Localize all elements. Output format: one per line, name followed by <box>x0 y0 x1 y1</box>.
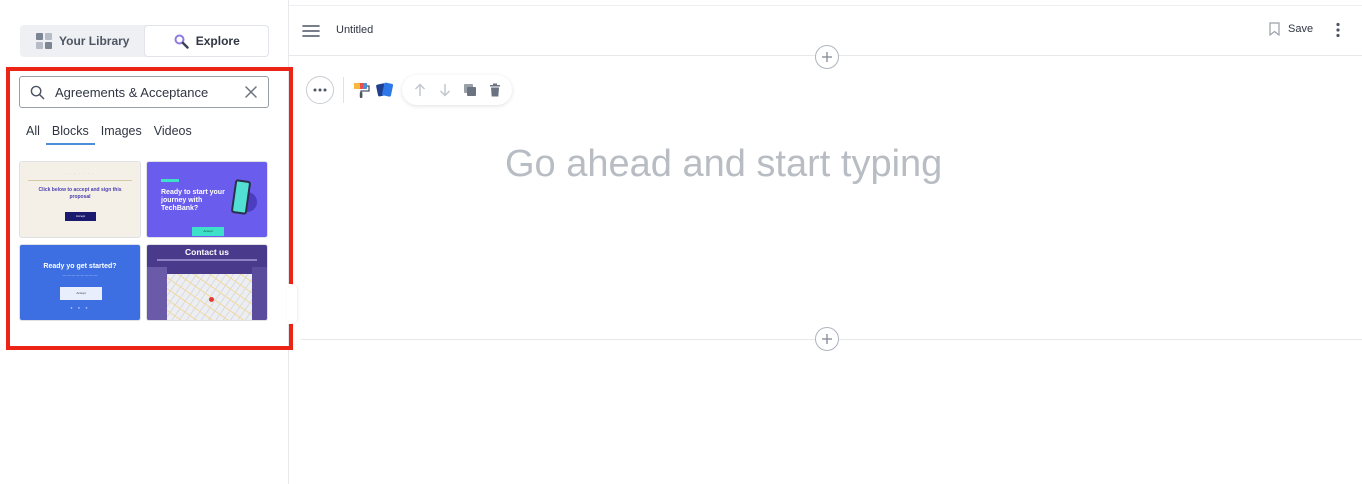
paint-roller-icon <box>354 83 370 98</box>
block-thumbnail-contact-us[interactable]: Contact us <box>146 244 268 321</box>
move-up-button[interactable] <box>412 83 427 98</box>
cards-icon <box>376 82 394 97</box>
style-paint-button[interactable] <box>352 80 372 100</box>
filter-all[interactable]: All <box>26 124 40 143</box>
thumb-subtitle <box>157 259 257 261</box>
trash-icon <box>489 83 500 97</box>
search-box <box>19 76 269 108</box>
tab-your-library-label: Your Library <box>59 34 130 48</box>
save-button[interactable]: Save <box>1269 22 1313 36</box>
thumb-button: Accept <box>192 227 224 236</box>
search-icon <box>30 85 45 99</box>
tab-explore[interactable]: Explore <box>144 26 268 56</box>
add-block-top-button[interactable] <box>815 45 839 69</box>
save-label: Save <box>1288 23 1314 35</box>
duplicate-icon <box>463 84 476 96</box>
filter-tabs: All Blocks Images Videos <box>26 124 204 145</box>
delete-button[interactable] <box>487 83 502 98</box>
ellipsis-icon <box>313 88 327 92</box>
library-tabs: Your Library Explore <box>20 25 269 57</box>
arrow-down-icon <box>439 84 450 97</box>
thumb-social-icons: ● ● ● <box>70 305 90 310</box>
editor-main: Untitled Save Go ahead and start typing <box>289 0 1362 484</box>
block-thumbnails: · · · · · · · Click below to accept and … <box>19 161 270 321</box>
thumb-button: Accept <box>60 287 102 300</box>
thumb-button: Accept <box>65 212 96 221</box>
search-input[interactable] <box>55 84 244 100</box>
more-options-icon[interactable] <box>1335 22 1341 38</box>
filter-blocks[interactable]: Blocks <box>45 124 95 145</box>
move-down-button[interactable] <box>437 83 452 98</box>
filter-images[interactable]: Images <box>101 124 142 143</box>
tab-explore-label: Explore <box>195 34 240 48</box>
thumb-decoration: · · · · · · · <box>65 171 95 176</box>
block-thumbnail-techbank[interactable]: Ready to start your journey with TechBan… <box>146 161 268 238</box>
thumb-title: Ready yo get started? <box>43 263 117 270</box>
block-actions-pill <box>402 75 512 105</box>
map-pin-icon <box>209 297 214 302</box>
clear-search-icon[interactable] <box>244 85 258 99</box>
explore-magnifier-icon <box>174 34 189 49</box>
block-toolbar <box>306 75 512 105</box>
document-title[interactable]: Untitled <box>336 24 373 36</box>
duplicate-button[interactable] <box>462 83 477 98</box>
sidebar: Your Library Explore All Blocks Images V… <box>0 0 293 484</box>
thumb-tag <box>161 179 179 182</box>
block-thumbnail-accept-sign[interactable]: · · · · · · · Click below to accept and … <box>19 161 141 238</box>
hamburger-menu-icon[interactable] <box>302 24 320 38</box>
library-grid-icon <box>36 33 53 49</box>
thumb-text: Ready to start your journey with TechBan… <box>161 189 225 212</box>
tab-your-library[interactable]: Your Library <box>21 26 145 56</box>
plus-icon <box>822 52 832 62</box>
add-block-bottom-button[interactable] <box>815 327 839 351</box>
thumb-side-panel <box>147 267 167 320</box>
toolbar-divider <box>343 77 344 103</box>
thumb-subtitle: — — — — — — — — <box>62 273 98 277</box>
block-options-button[interactable] <box>306 76 334 104</box>
thumb-side-panel <box>252 267 267 320</box>
block-thumbnail-get-started[interactable]: Ready yo get started? — — — — — — — — Ac… <box>19 244 141 321</box>
plus-icon <box>822 334 832 344</box>
thumb-text: Click below to accept and sign this prop… <box>38 187 122 200</box>
swap-block-button[interactable] <box>375 80 395 100</box>
editor-placeholder[interactable]: Go ahead and start typing <box>505 143 942 186</box>
bookmark-icon <box>1269 22 1280 36</box>
thumb-divider <box>28 180 132 181</box>
arrow-up-icon <box>414 83 425 96</box>
thumb-title: Contact us <box>185 247 229 257</box>
filter-videos[interactable]: Videos <box>154 124 192 143</box>
